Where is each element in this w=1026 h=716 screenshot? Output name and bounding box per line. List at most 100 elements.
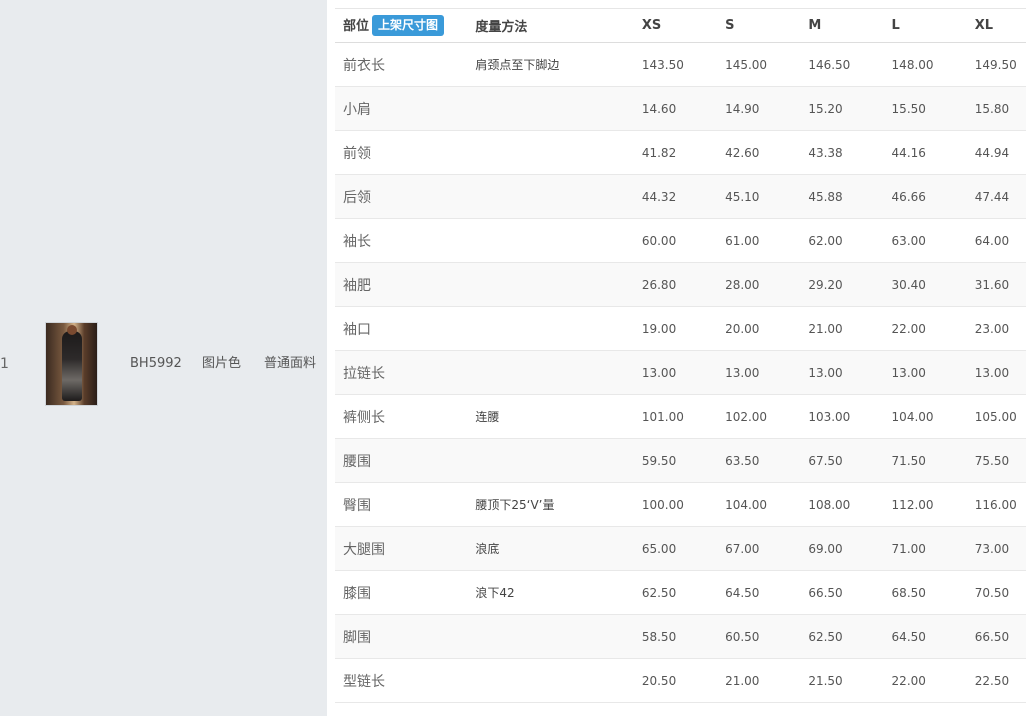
cell-size-value: 14.60 — [641, 101, 677, 116]
product-figure — [62, 331, 82, 401]
product-panel: 1 BH5992 图片色 普通面料 — [0, 0, 327, 716]
cell-size-value: 101.00 — [641, 409, 684, 424]
cell-part: 后领 — [343, 189, 371, 206]
cell-size-value: 60.00 — [641, 233, 677, 248]
cell-size-value: 44.32 — [641, 189, 677, 204]
cell-size-value: 22.00 — [891, 321, 926, 336]
cell-size-value: 75.50 — [974, 453, 1010, 468]
cell-size-value: 60.50 — [725, 629, 760, 644]
cell-size-value: 62.50 — [808, 629, 843, 644]
cell-size-value: 47.44 — [974, 189, 1010, 204]
cell-size-value: 13.00 — [808, 365, 843, 380]
table-row: 小肩 14.60 14.90 15.20 15.50 15.80 — [335, 86, 1026, 131]
cell-size-value: 104.00 — [725, 497, 768, 512]
table-row: 袖肥 26.80 28.00 29.20 30.40 31.60 — [335, 262, 1026, 307]
cell-size-value: 148.00 — [891, 57, 934, 72]
cell-part: 臀围 — [343, 497, 371, 514]
cell-size-value: 28.00 — [725, 277, 760, 292]
cell-size-value: 105.00 — [974, 409, 1017, 424]
cell-size-value: 59.50 — [641, 453, 677, 468]
cell-size-value: 69.00 — [808, 541, 843, 556]
cell-method — [467, 351, 633, 395]
size-table-body: 前衣长 肩颈点至下脚边 143.50 145.00 146.50 148.00 149.50… — [335, 43, 1026, 703]
product-thumbnail[interactable] — [45, 322, 98, 406]
cell-size-value: 112.00 — [891, 497, 934, 512]
table-row: 型链长 20.50 21.00 21.50 22.00 22.50 — [335, 659, 1026, 703]
cell-size-value: 66.50 — [808, 585, 843, 600]
cell-size-value: 42.60 — [725, 145, 760, 160]
cell-method: 浪下42 — [475, 586, 515, 600]
cell-part: 大腿围 — [343, 541, 385, 558]
cell-size-value: 31.60 — [974, 277, 1010, 292]
cell-method — [467, 659, 633, 703]
table-row: 膝围 浪下42 62.50 64.50 66.50 68.50 70.50 — [335, 571, 1026, 615]
cell-size-value: 21.00 — [725, 673, 760, 688]
cell-size-value: 100.00 — [641, 497, 684, 512]
cell-part: 膝围 — [343, 585, 371, 602]
row-index: 1 — [0, 356, 9, 372]
cell-size-value: 45.88 — [808, 189, 843, 204]
cell-size-value: 19.00 — [641, 321, 677, 336]
cell-size-value: 44.94 — [974, 145, 1010, 160]
cell-size-value: 22.50 — [974, 673, 1010, 688]
product-sku: BH5992 — [130, 356, 182, 371]
cell-size-value: 104.00 — [891, 409, 934, 424]
header-size-s: S — [725, 18, 735, 33]
cell-size-value: 46.66 — [891, 189, 926, 204]
size-table-header: 部位 上架尺寸图 度量方法 XS S M L XL — [335, 8, 1026, 43]
cell-size-value: 64.50 — [725, 585, 760, 600]
cell-size-value: 73.00 — [974, 541, 1010, 556]
cell-size-value: 13.00 — [641, 365, 677, 380]
cell-method: 浪底 — [475, 542, 500, 556]
cell-method — [467, 439, 633, 483]
table-row: 腰围 59.50 63.50 67.50 71.50 75.50 — [335, 438, 1026, 483]
cell-size-value: 116.00 — [974, 497, 1017, 512]
cell-size-value: 65.00 — [641, 541, 677, 556]
cell-size-value: 68.50 — [891, 585, 926, 600]
cell-size-value: 64.50 — [891, 629, 926, 644]
cell-size-value: 20.50 — [641, 673, 677, 688]
table-row: 袖口 19.00 20.00 21.00 22.00 23.00 — [335, 307, 1026, 351]
cell-size-value: 45.10 — [725, 189, 760, 204]
cell-size-value: 13.00 — [974, 365, 1010, 380]
header-part-label: 部位 — [343, 19, 370, 34]
cell-size-value: 71.00 — [891, 541, 926, 556]
cell-part: 拉链长 — [343, 365, 385, 382]
cell-size-value: 63.00 — [891, 233, 926, 248]
header-size-l: L — [891, 18, 900, 33]
upload-size-chart-button[interactable]: 上架尺寸图 — [372, 15, 445, 36]
cell-size-value: 143.50 — [641, 57, 684, 72]
cell-size-value: 15.80 — [974, 101, 1010, 116]
cell-size-value: 71.50 — [891, 453, 926, 468]
cell-part: 裤侧长 — [343, 409, 385, 426]
cell-size-value: 108.00 — [808, 497, 851, 512]
cell-method — [467, 307, 633, 351]
header-size-m: M — [808, 18, 822, 33]
cell-method — [467, 131, 633, 175]
cell-size-value: 149.50 — [974, 57, 1017, 72]
table-row: 前衣长 肩颈点至下脚边 143.50 145.00 146.50 148.00 149.50 — [335, 43, 1026, 87]
cell-method: 肩颈点至下脚边 — [475, 58, 560, 72]
table-row: 臀围 腰顶下25‘V’量 100.00 104.00 108.00 112.00 116.0… — [335, 483, 1026, 527]
header-size-xs: XS — [641, 18, 662, 33]
table-row: 袖长 60.00 61.00 62.00 63.00 64.00 — [335, 219, 1026, 263]
cell-part: 脚围 — [343, 629, 371, 646]
cell-size-value: 30.40 — [891, 277, 926, 292]
header-part: 部位 上架尺寸图 — [335, 9, 467, 43]
cell-part: 前衣长 — [343, 57, 385, 74]
cell-part: 前领 — [343, 145, 371, 162]
cell-size-value: 29.20 — [808, 277, 843, 292]
table-row: 后领 44.32 45.10 45.88 46.66 47.44 — [335, 174, 1026, 219]
cell-size-value: 62.50 — [641, 585, 677, 600]
table-row: 大腿围 浪底 65.00 67.00 69.00 71.00 73.00 — [335, 526, 1026, 571]
cell-size-value: 66.50 — [974, 629, 1010, 644]
cell-method: 腰顶下25‘V’量 — [475, 498, 555, 512]
size-table-container: 部位 上架尺寸图 度量方法 XS S M L XL 前衣长 肩颈点至下脚边 143.5… — [335, 8, 1026, 703]
size-table: 部位 上架尺寸图 度量方法 XS S M L XL 前衣长 肩颈点至下脚边 143.5… — [335, 8, 1026, 703]
cell-size-value: 13.00 — [725, 365, 760, 380]
cell-size-value: 67.50 — [808, 453, 843, 468]
cell-size-value: 146.50 — [808, 57, 851, 72]
product-fabric: 普通面料 — [264, 356, 317, 371]
cell-size-value: 44.16 — [891, 145, 926, 160]
cell-size-value: 13.00 — [891, 365, 926, 380]
